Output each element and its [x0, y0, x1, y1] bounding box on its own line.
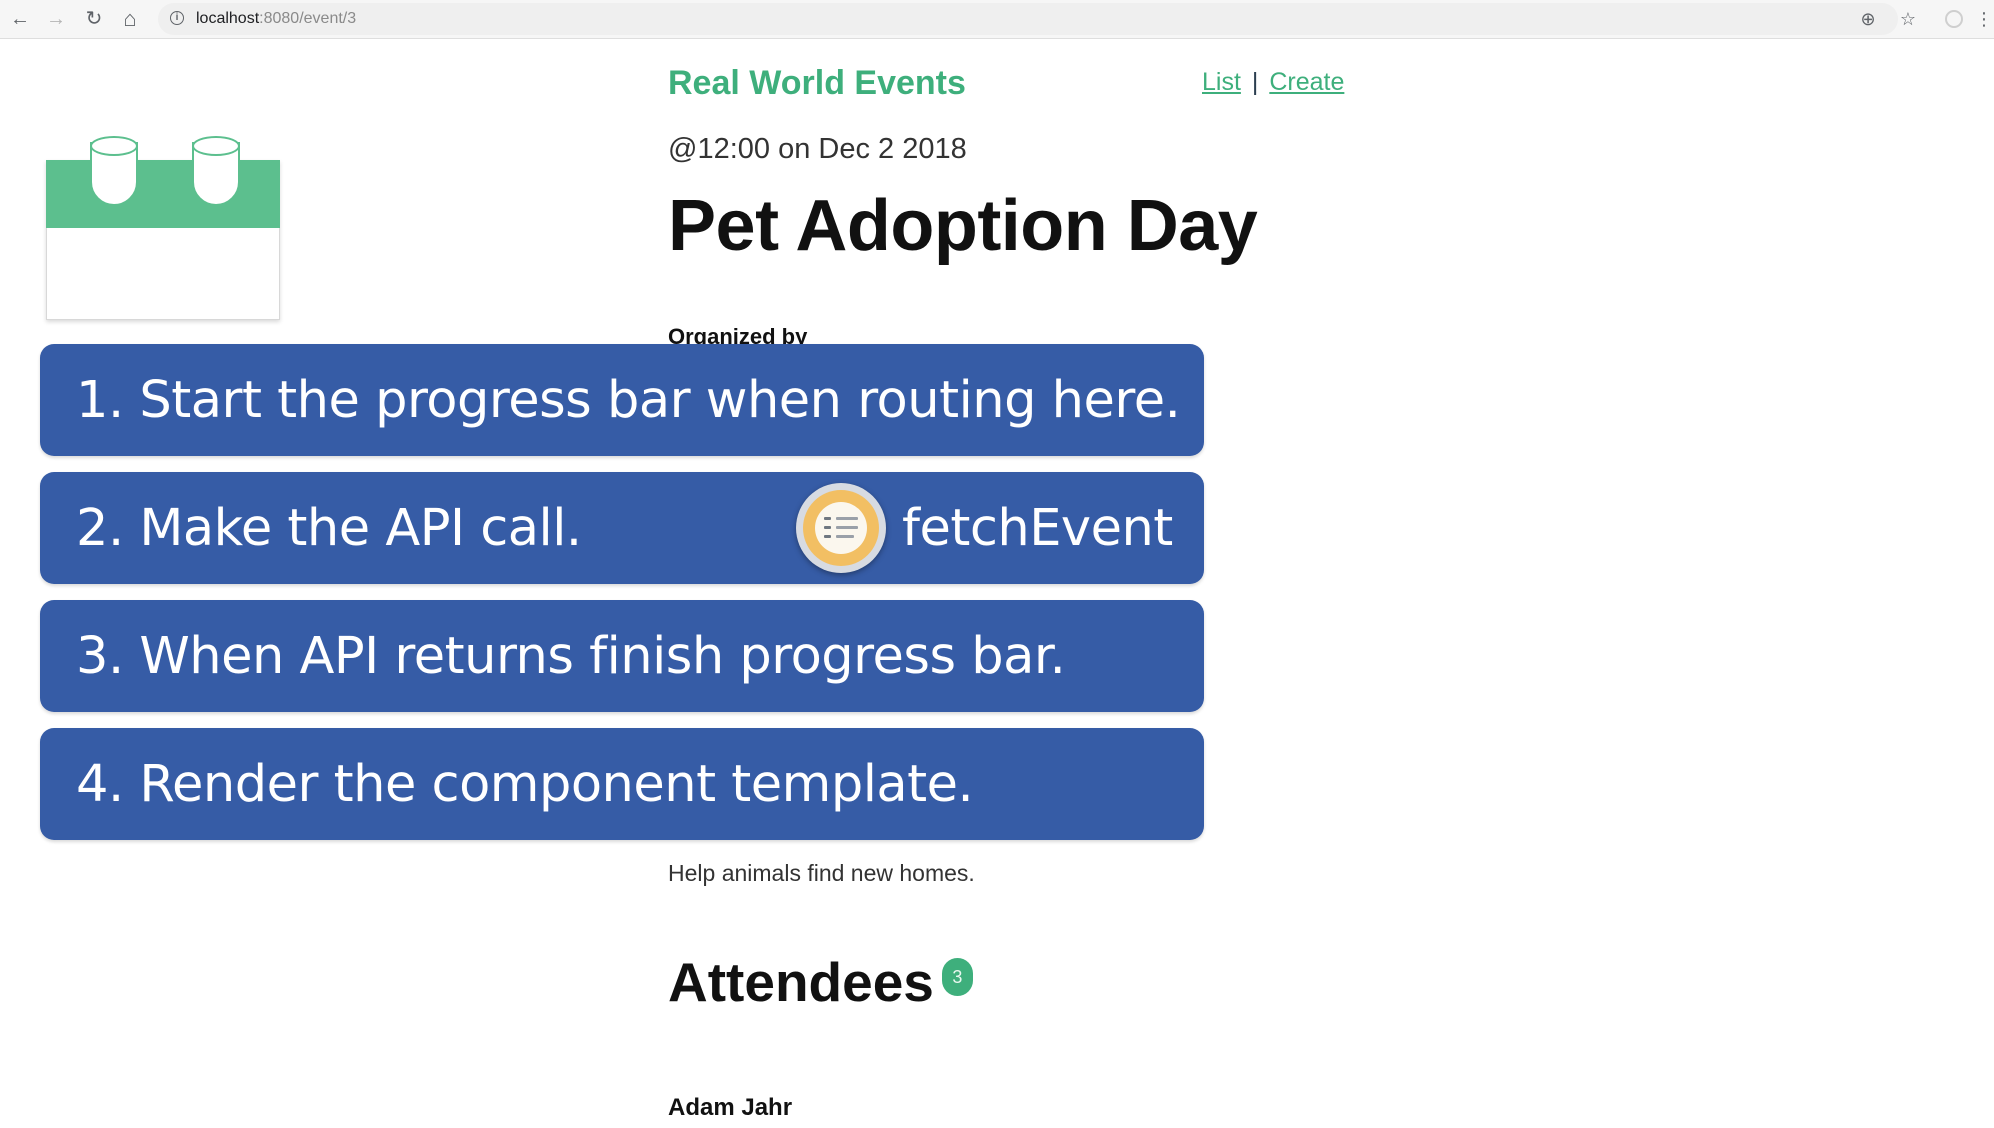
browser-toolbar: ← → ↻ ⌂ i localhost:8080/event/3 ⊕ ☆ ⋮ [0, 0, 1994, 39]
back-arrow-icon[interactable]: ← [6, 5, 34, 33]
event-datetime: @12:00 on Dec 2 2018 [668, 133, 967, 165]
url-host: localhost [196, 10, 260, 27]
attendees-heading-text: Attendees [668, 951, 934, 1013]
address-bar[interactable]: i localhost:8080/event/3 [158, 3, 1898, 35]
forward-arrow-icon[interactable]: → [42, 5, 70, 33]
info-icon[interactable]: i [170, 11, 184, 25]
zoom-icon[interactable]: ⊕ [1854, 5, 1882, 33]
step-text: 2. Make the API call. [76, 498, 582, 558]
step-card-4: 4. Render the component template. [40, 728, 1204, 840]
home-icon[interactable]: ⌂ [116, 5, 144, 33]
nav-create-link[interactable]: Create [1269, 68, 1344, 96]
url-path: :8080/event/3 [259, 10, 357, 27]
event-title: Pet Adoption Day [668, 186, 1258, 266]
nav-separator: | [1251, 68, 1259, 96]
attendees-heading: Attendees 3 [668, 950, 973, 1014]
step-card-3: 3. When API returns finish progress bar. [40, 600, 1204, 712]
main-nav: List | Create [1202, 68, 1344, 97]
calendar-icon [46, 136, 280, 320]
reload-icon[interactable]: ↻ [80, 5, 108, 33]
brand-title: Real World Events [668, 64, 966, 102]
bookmark-star-icon[interactable]: ☆ [1894, 5, 1922, 33]
menu-dots-icon[interactable]: ⋮ [1974, 5, 1994, 33]
step-card-1: 1. Start the progress bar when routing h… [40, 344, 1204, 456]
url-text[interactable]: localhost:8080/event/3 [196, 10, 356, 28]
step-text: 1. Start the progress bar when routing h… [76, 370, 1181, 430]
checklist-icon [796, 483, 886, 573]
step-card-2: 2. Make the API call. fetchEvent [40, 472, 1204, 584]
nav-list-link[interactable]: List [1202, 68, 1241, 96]
step-text: 4. Render the component template. [76, 754, 974, 814]
fetch-event-callout: fetchEvent [796, 480, 1173, 576]
event-description: Help animals find new homes. [668, 860, 975, 886]
fetch-event-label: fetchEvent [902, 498, 1173, 558]
attendee-name: Adam Jahr [668, 1094, 793, 1121]
profile-avatar-icon[interactable] [1940, 5, 1968, 33]
attendee-count-badge: 3 [941, 958, 973, 996]
step-text: 3. When API returns finish progress bar. [76, 626, 1066, 686]
